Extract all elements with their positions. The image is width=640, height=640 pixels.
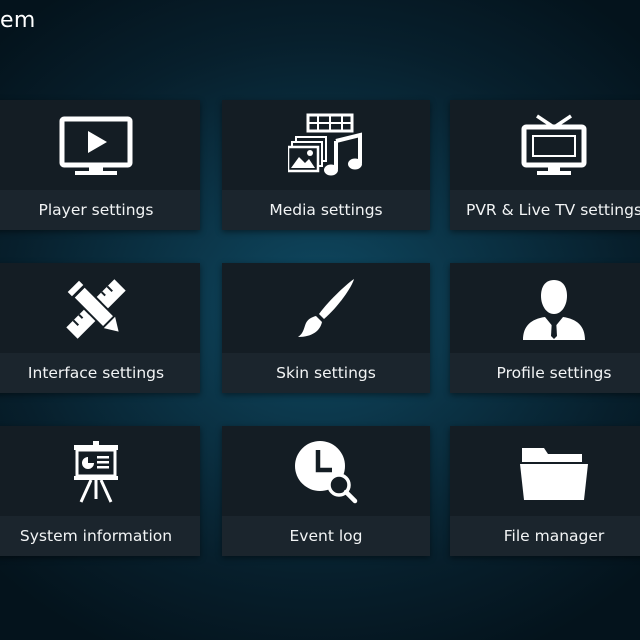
tv-antenna-icon [521, 114, 587, 175]
tile-interface-settings[interactable]: Interface settings [0, 263, 200, 393]
tile-label: Player settings [38, 201, 154, 219]
tile-file-manager[interactable]: File manager [450, 426, 640, 556]
tile-profile-settings[interactable]: Profile settings [450, 263, 640, 393]
tv-play-icon [59, 116, 133, 175]
media-icon [288, 113, 362, 175]
tile-label: PVR & Live TV settings [465, 201, 640, 219]
clock-search-icon [295, 440, 358, 503]
tile-pvr-live-tv-settings[interactable]: PVR & Live TV settings [450, 100, 640, 230]
tile-label: Profile settings [496, 364, 612, 382]
tile-media-settings[interactable]: Media settings [222, 100, 430, 230]
tile-player-settings[interactable]: Player settings [0, 100, 200, 230]
tile-skin-settings[interactable]: Skin settings [222, 263, 430, 393]
tile-label: Event log [289, 527, 363, 545]
presentation-easel-icon [74, 440, 118, 503]
tile-label: Interface settings [27, 364, 165, 382]
tile-system-information[interactable]: System information [0, 426, 200, 556]
tile-label: Skin settings [276, 364, 376, 382]
paintbrush-icon [298, 278, 354, 337]
pencil-ruler-icon [66, 278, 126, 339]
folder-icon [520, 447, 588, 500]
tile-label: File manager [503, 527, 605, 545]
page-title: em [0, 8, 36, 33]
tile-event-log[interactable]: Event log [222, 426, 430, 556]
tile-label: Media settings [269, 201, 383, 219]
tile-label: System information [19, 527, 173, 545]
profile-icon [523, 279, 585, 340]
